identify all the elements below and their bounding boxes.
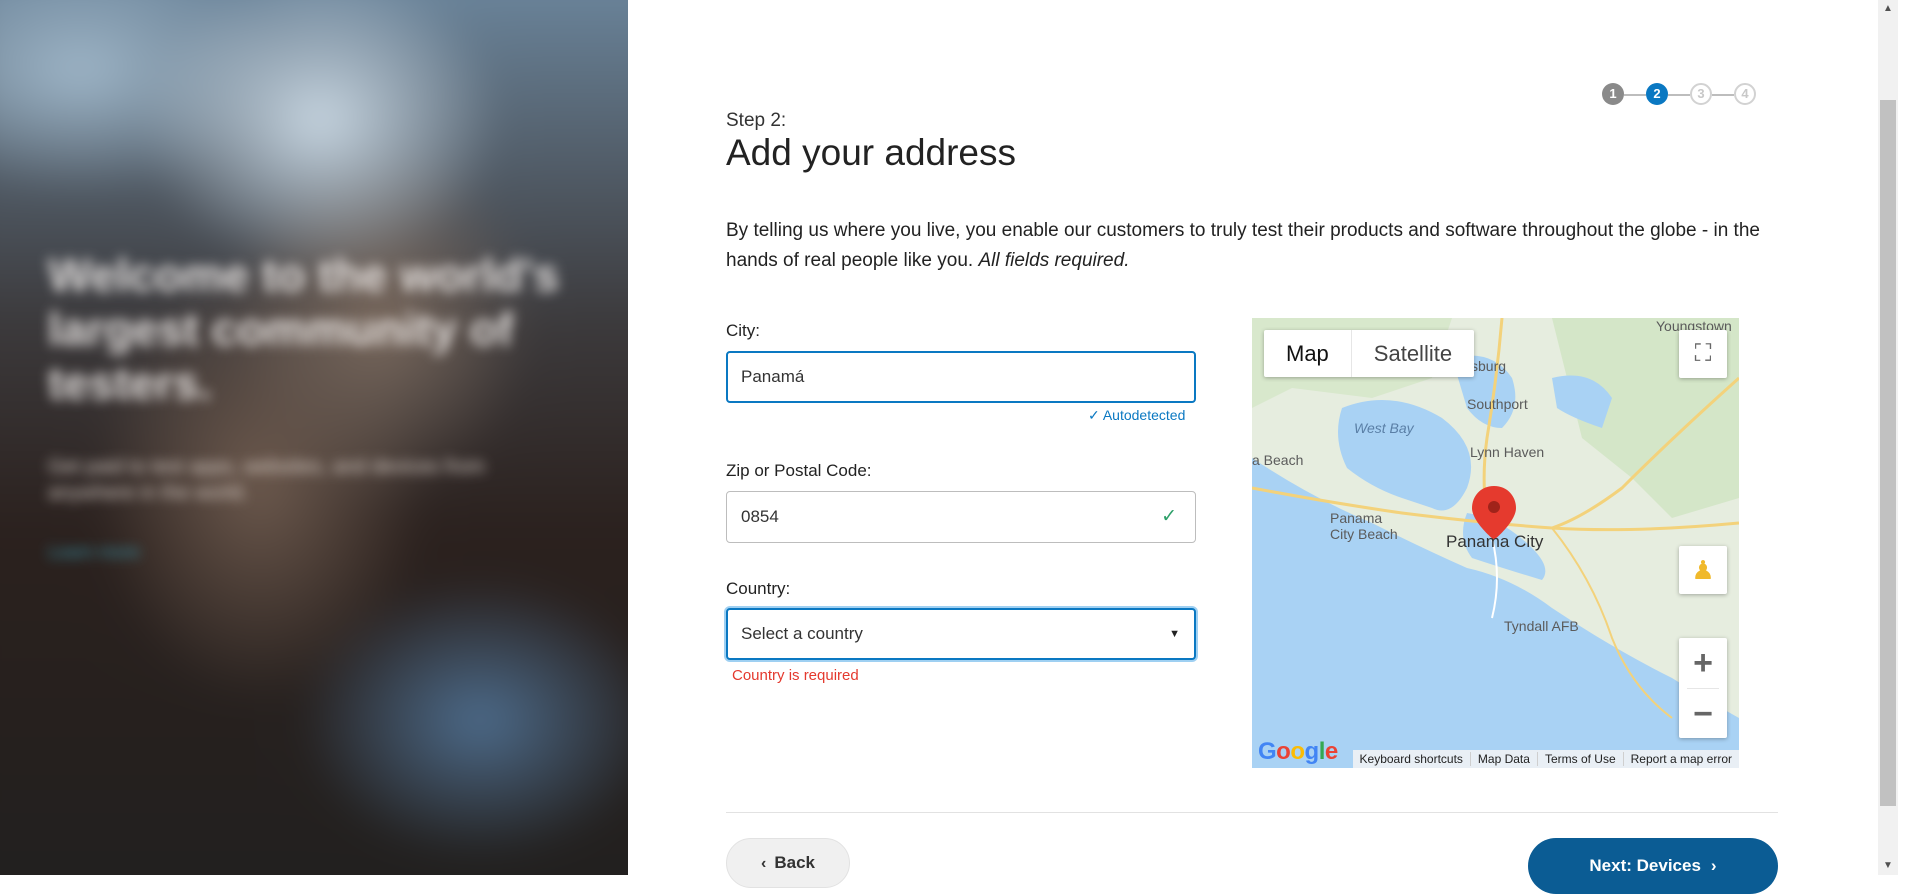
keyboard-shortcuts-link[interactable]: Keyboard shortcuts xyxy=(1353,752,1470,766)
chevron-left-icon: ‹ xyxy=(761,855,767,872)
country-error: Country is required xyxy=(732,667,859,684)
country-label: Country: xyxy=(726,579,791,598)
scrollbar-thumb[interactable] xyxy=(1880,100,1896,806)
caret-down-icon: ▼ xyxy=(1169,628,1180,640)
map-place-label: Tyndall AFB xyxy=(1504,618,1579,634)
map-footer: Keyboard shortcuts Map Data Terms of Use… xyxy=(1352,750,1739,768)
hero-text: Welcome to the world's largest community… xyxy=(48,248,568,563)
autodetected-hint: ✓ Autodetected xyxy=(1088,407,1186,423)
footer-divider xyxy=(726,812,1778,813)
street-view-pegman-icon[interactable]: ♟ xyxy=(1679,546,1727,594)
step-2: 2 xyxy=(1646,83,1668,105)
zip-label: Zip or Postal Code: xyxy=(726,461,872,480)
map-type-control: Map Satellite xyxy=(1264,330,1475,377)
intro-text: By telling us where you live, you enable… xyxy=(726,216,1766,276)
page-scrollbar[interactable]: ▲ ▼ xyxy=(1878,0,1898,875)
chevron-right-icon: › xyxy=(1710,856,1717,875)
scroll-up-icon[interactable]: ▲ xyxy=(1881,2,1895,16)
back-button[interactable]: ‹ Back xyxy=(726,838,850,888)
step-4: 4 xyxy=(1734,83,1756,105)
map-type-satellite-button[interactable]: Satellite xyxy=(1352,330,1474,377)
step-connector xyxy=(1668,94,1690,96)
progress-stepper: 1 2 3 4 xyxy=(1602,83,1762,109)
page-title: Add your address xyxy=(726,132,1017,173)
map-place-label: Panama City Beach xyxy=(1330,510,1398,542)
next-label: Next: Devices xyxy=(1589,856,1701,875)
map-data-link[interactable]: Map Data xyxy=(1469,752,1537,766)
zoom-control: + − xyxy=(1679,638,1727,738)
checkmark-icon: ✓ xyxy=(1161,506,1177,527)
city-label: City: xyxy=(726,321,760,340)
step-3: 3 xyxy=(1690,83,1712,105)
next-button[interactable]: Next: Devices › xyxy=(1528,838,1778,894)
zoom-out-button[interactable]: − xyxy=(1679,689,1727,739)
map-place-label: Southport xyxy=(1467,396,1528,412)
zip-input[interactable]: 0854 ✓ xyxy=(726,491,1196,543)
map-city-label: Panama City xyxy=(1446,532,1544,551)
step-label: Step 2: xyxy=(726,110,787,131)
country-placeholder: Select a country xyxy=(741,624,863,643)
map-type-map-button[interactable]: Map xyxy=(1264,330,1352,377)
intro-body: By telling us where you live, you enable… xyxy=(726,220,1760,271)
google-logo: Google xyxy=(1258,738,1338,765)
step-1: 1 xyxy=(1602,83,1624,105)
step-connector xyxy=(1712,94,1734,96)
city-input[interactable]: Panamá xyxy=(726,351,1196,403)
step-connector xyxy=(1624,94,1646,96)
map-place-label: a Beach xyxy=(1252,452,1304,468)
back-label: Back xyxy=(774,853,815,872)
country-select[interactable]: Select a country ▼ xyxy=(726,608,1196,660)
zoom-in-button[interactable]: + xyxy=(1679,638,1727,688)
zip-value: 0854 xyxy=(741,507,779,526)
hero-panel: Welcome to the world's largest community… xyxy=(0,0,628,875)
map-place-label: Lynn Haven xyxy=(1470,444,1545,460)
city-value: Panamá xyxy=(741,367,805,386)
hero-title: Welcome to the world's largest community… xyxy=(48,249,560,409)
intro-required-note: All fields required. xyxy=(978,250,1130,271)
terms-of-use-link[interactable]: Terms of Use xyxy=(1536,752,1623,766)
fullscreen-icon[interactable]: ⛶ xyxy=(1679,330,1727,378)
report-map-error-link[interactable]: Report a map error xyxy=(1622,752,1739,766)
map-water-label: West Bay xyxy=(1354,420,1414,436)
hero-link[interactable]: Learn more xyxy=(48,542,568,563)
map-widget[interactable]: Youngstown cksburg Southport West Bay Ly… xyxy=(1252,318,1739,768)
hero-subtitle: Get paid to test apps, websites, and dev… xyxy=(48,456,485,504)
scroll-down-icon[interactable]: ▼ xyxy=(1881,859,1895,873)
